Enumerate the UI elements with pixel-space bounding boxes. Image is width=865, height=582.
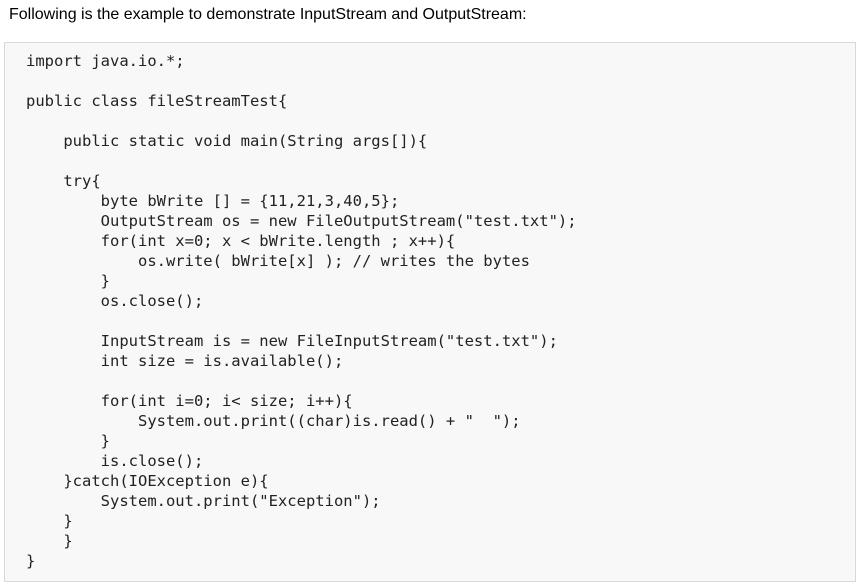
code-line: } (26, 532, 73, 550)
code-line: System.out.print((char)is.read() + " "); (26, 412, 521, 430)
code-line: int size = is.available(); (26, 352, 344, 370)
code-content: import java.io.*; public class fileStrea… (26, 43, 577, 570)
code-line: public static void main(String args[]){ (26, 132, 428, 150)
code-line: InputStream is = new FileInputStream("te… (26, 332, 558, 350)
code-line: byte bWrite [] = {11,21,3,40,5}; (26, 192, 400, 210)
code-line: os.write( bWrite[x] ); // writes the byt… (26, 252, 530, 270)
code-line: public class fileStreamTest{ (26, 92, 288, 110)
intro-text: Following is the example to demonstrate … (9, 6, 527, 23)
code-line: } (26, 552, 36, 570)
code-line: for(int x=0; x < bWrite.length ; x++){ (26, 232, 456, 250)
code-line: os.close(); (26, 292, 204, 310)
code-line: } (26, 512, 73, 530)
code-line: import java.io.*; (26, 52, 185, 70)
code-line: } (26, 272, 110, 290)
code-block: import java.io.*; public class fileStrea… (4, 42, 856, 582)
code-line: OutputStream os = new FileOutputStream("… (26, 212, 577, 230)
code-line: }catch(IOException e){ (26, 472, 269, 490)
code-line: for(int i=0; i< size; i++){ (26, 392, 353, 410)
code-line: is.close(); (26, 452, 204, 470)
code-line: try{ (26, 172, 101, 190)
code-line: } (26, 432, 110, 450)
code-line: System.out.print("Exception"); (26, 492, 381, 510)
